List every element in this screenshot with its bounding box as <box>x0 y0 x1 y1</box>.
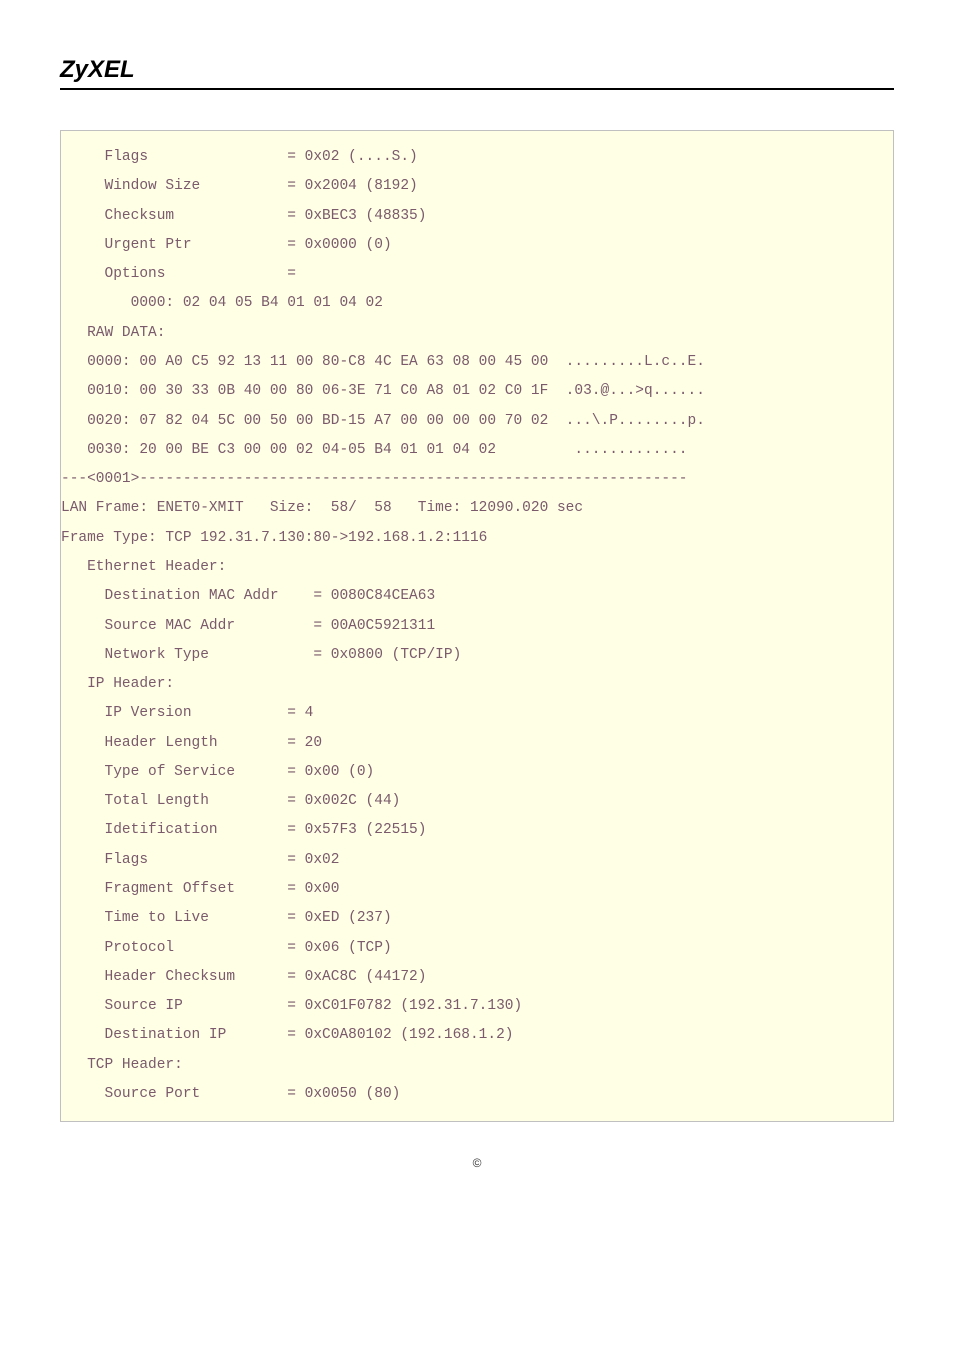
footer-copyright: © <box>60 1156 894 1170</box>
code-line: Options = <box>61 260 893 289</box>
code-line: LAN Frame: ENET0-XMIT Size: 58/ 58 Time:… <box>61 494 893 523</box>
code-line: 0030: 20 00 BE C3 00 00 02 04-05 B4 01 0… <box>61 436 893 465</box>
code-line: Total Length = 0x002C (44) <box>61 787 893 816</box>
code-line: Source IP = 0xC01F0782 (192.31.7.130) <box>61 992 893 1021</box>
code-line: Source MAC Addr = 00A0C5921311 <box>61 612 893 641</box>
code-line: Idetification = 0x57F3 (22515) <box>61 816 893 845</box>
code-line: Destination MAC Addr = 0080C84CEA63 <box>61 582 893 611</box>
code-line: Frame Type: TCP 192.31.7.130:80->192.168… <box>61 524 893 553</box>
code-line: Urgent Ptr = 0x0000 (0) <box>61 231 893 260</box>
code-line: TCP Header: <box>61 1051 893 1080</box>
code-line: ---<0001>-------------------------------… <box>61 465 893 494</box>
code-line: Header Checksum = 0xAC8C (44172) <box>61 963 893 992</box>
code-line: 0000: 02 04 05 B4 01 01 04 02 <box>61 289 893 318</box>
brand-logo: ZyXEL <box>60 56 894 84</box>
code-line: Window Size = 0x2004 (8192) <box>61 172 893 201</box>
code-line: Network Type = 0x0800 (TCP/IP) <box>61 641 893 670</box>
code-line: IP Header: <box>61 670 893 699</box>
code-line: Protocol = 0x06 (TCP) <box>61 934 893 963</box>
code-line: RAW DATA: <box>61 319 893 348</box>
packet-dump-block: Flags = 0x02 (....S.) Window Size = 0x20… <box>60 130 894 1122</box>
code-line: Fragment Offset = 0x00 <box>61 875 893 904</box>
page-container: ZyXEL Flags = 0x02 (....S.) Window Size … <box>0 0 954 1170</box>
code-line: Time to Live = 0xED (237) <box>61 904 893 933</box>
code-line: Flags = 0x02 <box>61 846 893 875</box>
code-line: 0000: 00 A0 C5 92 13 11 00 80-C8 4C EA 6… <box>61 348 893 377</box>
code-line: Flags = 0x02 (....S.) <box>61 143 893 172</box>
code-line: Type of Service = 0x00 (0) <box>61 758 893 787</box>
code-line: Ethernet Header: <box>61 553 893 582</box>
code-line: Header Length = 20 <box>61 729 893 758</box>
code-line: 0020: 07 82 04 5C 00 50 00 BD-15 A7 00 0… <box>61 407 893 436</box>
code-line: Destination IP = 0xC0A80102 (192.168.1.2… <box>61 1021 893 1050</box>
code-line: IP Version = 4 <box>61 699 893 728</box>
code-line: Source Port = 0x0050 (80) <box>61 1080 893 1109</box>
header-divider <box>60 88 894 90</box>
code-line: Checksum = 0xBEC3 (48835) <box>61 202 893 231</box>
code-line: 0010: 00 30 33 0B 40 00 80 06-3E 71 C0 A… <box>61 377 893 406</box>
